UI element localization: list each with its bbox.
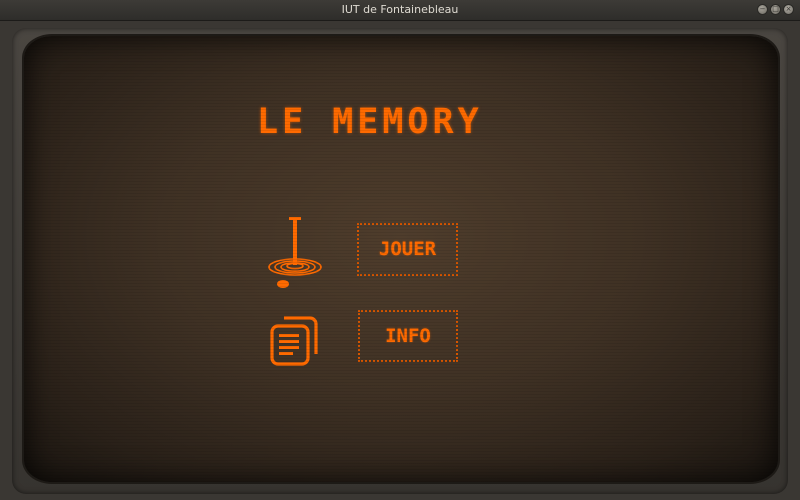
crt-screen: LE MEMORY JOUER INFO — [24, 36, 778, 482]
minimize-button[interactable]: − — [757, 4, 768, 15]
maximize-button[interactable]: □ — [770, 4, 781, 15]
info-button[interactable]: INFO — [358, 310, 458, 362]
window-title: IUT de Fontainebleau — [341, 3, 459, 16]
documents-icon — [270, 316, 318, 366]
app-window: IUT de Fontainebleau − □ × LE MEMORY JOU… — [0, 0, 800, 500]
game-logo: LE MEMORY — [257, 102, 483, 142]
play-button[interactable]: JOUER — [357, 223, 458, 276]
close-button[interactable]: × — [783, 4, 794, 15]
title-bar: IUT de Fontainebleau − □ × — [0, 0, 800, 21]
joystick-icon — [268, 217, 322, 288]
